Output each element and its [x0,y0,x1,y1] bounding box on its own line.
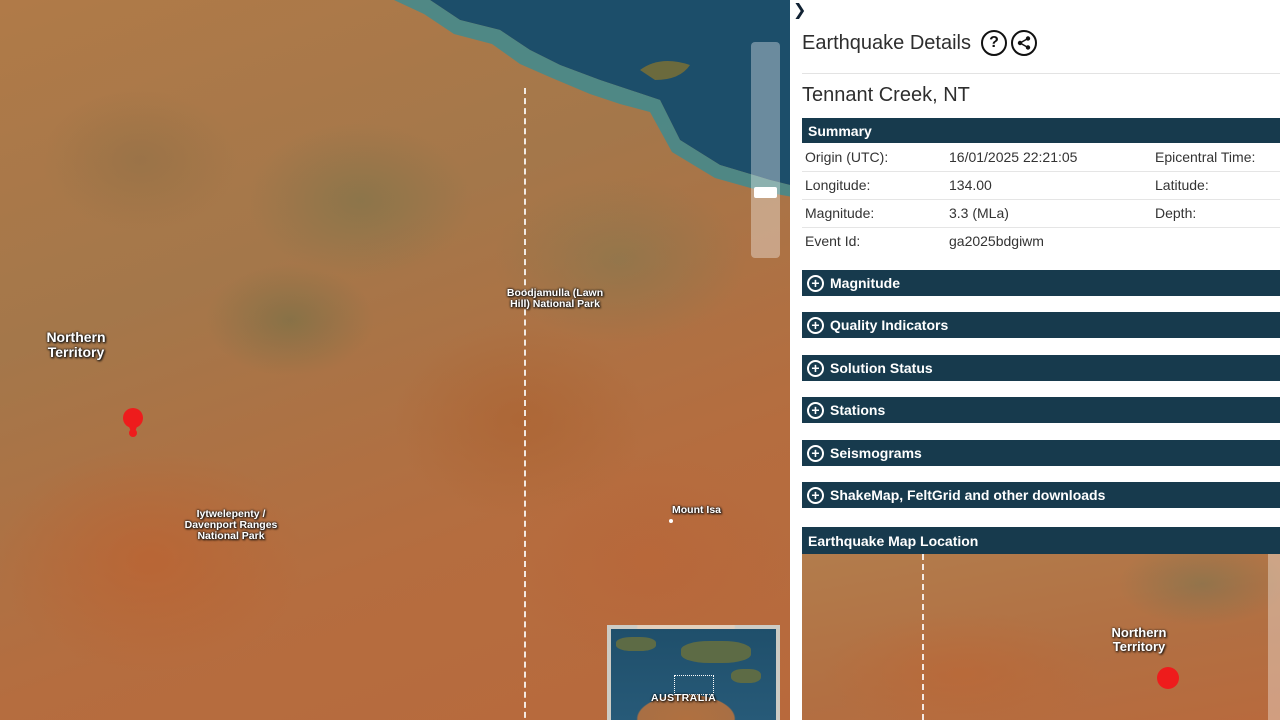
satellite-map[interactable]: Northern Territory Boodjamulla (Lawn Hil… [0,0,790,720]
longitude-label: Longitude: [802,171,946,200]
table-row: Origin (UTC): 16/01/2025 22:21:05 Epicen… [802,143,1280,172]
section-label: Magnitude [830,275,900,291]
origin-label: Origin (UTC): [802,143,946,172]
gulf-of-carpentaria-water [394,0,790,197]
table-row: Longitude: 134.00 Latitude: [802,171,1280,200]
plus-circle-icon: + [807,359,824,377]
iytwelepenty-park-label: Iytwelepenty / Davenport Ranges National… [184,508,278,543]
section-label: ShakeMap, FeltGrid and other downloads [830,487,1106,503]
mini-map-edge [1268,554,1280,720]
summary-heading: Summary [802,118,1280,143]
table-row: Magnitude: 3.3 (MLa) Depth: [802,199,1280,228]
empty-cell [1152,227,1280,255]
northern-territory-label: Northern Territory [1111,625,1167,655]
map-location-heading: Earthquake Map Location [802,527,1280,554]
header-divider [802,73,1280,74]
seismograms-section-toggle[interactable]: + Seismograms [802,440,1280,466]
section-label: Solution Status [830,360,933,376]
boodjamulla-park-label: Boodjamulla (Lawn Hill) National Park [506,287,604,311]
plus-circle-icon: + [807,486,824,504]
share-icon[interactable] [1010,30,1037,56]
northern-territory-label: Northern Territory [46,329,106,360]
state-border-line [524,88,526,720]
plus-circle-icon: + [807,444,824,462]
event-id-label: Event Id: [805,233,861,250]
map-location-heading-label: Earthquake Map Location [808,532,979,549]
table-row: Event Id: ga2025bdgiwm [802,227,1280,255]
epicentral-time-label: Epicentral Time: [1152,143,1280,172]
magnitude-label: Magnitude: [802,199,946,228]
stations-section-toggle[interactable]: + Stations [802,397,1280,423]
depth-label: Depth: [1152,199,1280,228]
epicenter-marker-icon[interactable] [1157,667,1179,689]
zoom-slider-track[interactable] [751,42,780,258]
mount-isa-dot [669,519,673,523]
longitude-value: 134.00 [946,171,1152,200]
magnitude-section-toggle[interactable]: + Magnitude [802,270,1280,296]
chevron-right-icon[interactable]: ❯ [793,2,811,20]
downloads-section-toggle[interactable]: + ShakeMap, FeltGrid and other downloads [802,482,1280,508]
mount-isa-label: Mount Isa [672,504,721,516]
plus-circle-icon: + [807,401,824,419]
section-label: Seismograms [830,445,922,461]
overview-landmass [616,637,656,651]
summary-table: Origin (UTC): 16/01/2025 22:21:05 Epicen… [802,143,1280,255]
panel-header: Earthquake Details ? [802,30,1037,56]
magnitude-value: 3.3 (MLa) [946,199,1152,228]
section-label: Stations [830,402,886,418]
overview-landmass [681,641,751,663]
latitude-label: Latitude: [1152,171,1280,200]
epicenter-marker-icon[interactable] [122,406,146,438]
overview-australia-label: AUSTRALIA [651,692,717,704]
earthquake-location-mini-map[interactable]: Northern Territory [802,554,1280,720]
summary-heading-label: Summary [808,122,872,139]
panel-title: Earthquake Details [802,31,971,54]
quality-indicators-section-toggle[interactable]: + Quality Indicators [802,312,1280,338]
earthquake-details-panel: ❯ Earthquake Details ? Tennant Creek, NT… [790,0,1280,720]
event-id-value: ga2025bdgiwm [949,233,1044,250]
overview-map[interactable]: AUSTRALIA [607,625,780,720]
solution-status-section-toggle[interactable]: + Solution Status [802,355,1280,381]
origin-value: 16/01/2025 22:21:05 [946,143,1152,172]
overview-landmass [731,669,761,683]
question-circle-icon[interactable]: ? [980,30,1007,56]
section-label: Quality Indicators [830,317,949,333]
plus-circle-icon: + [807,274,824,292]
state-border-line [922,554,924,720]
plus-circle-icon: + [807,316,824,334]
location-title: Tennant Creek, NT [802,84,970,106]
zoom-slider-handle[interactable] [754,187,777,198]
